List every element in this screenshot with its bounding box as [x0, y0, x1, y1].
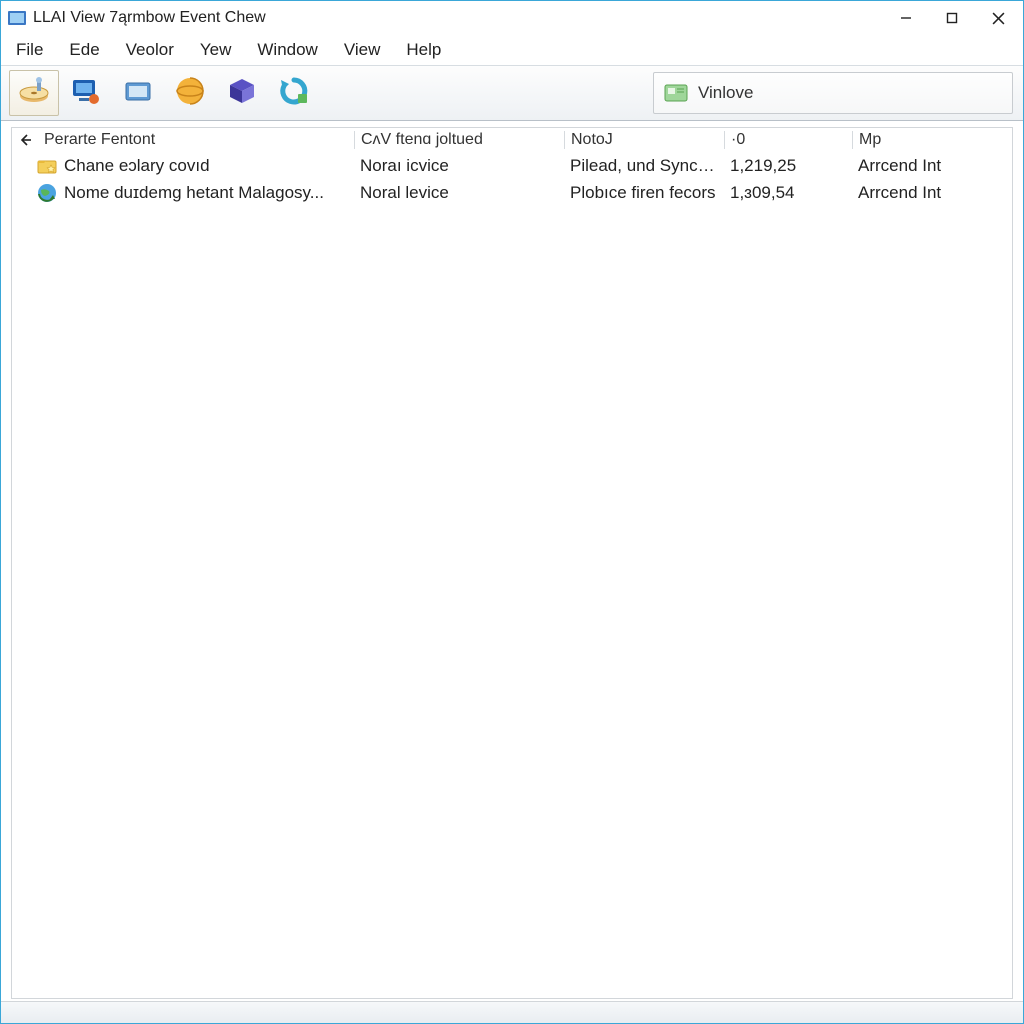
- app-window: LLAI View 7ąrmbow Event Chew File Ede Ve…: [0, 0, 1024, 1024]
- cell-note: Plobıce firen fecors: [564, 183, 724, 203]
- cell-number: 1,ɜ09,54: [724, 183, 852, 203]
- toolbar-box-button[interactable]: [217, 70, 267, 116]
- maximize-button[interactable]: [929, 3, 975, 33]
- table-row[interactable]: Chane eɔlary covıd Noraı icvice Pilead, …: [12, 152, 1012, 179]
- toolbar-computer-button[interactable]: [61, 70, 111, 116]
- toolbar-globe-button[interactable]: [165, 70, 215, 116]
- globe-icon: [173, 74, 207, 113]
- title-bar: LLAI View 7ąrmbow Event Chew: [1, 1, 1023, 35]
- cell-type: Noral levice: [354, 183, 564, 203]
- toolbar-refresh-button[interactable]: [269, 70, 319, 116]
- column-header-3[interactable]: ·0: [724, 131, 852, 149]
- menu-yew[interactable]: Yew: [187, 37, 245, 63]
- computer-icon: [69, 74, 103, 113]
- menu-help[interactable]: Help: [393, 37, 454, 63]
- toolbar-disk-button[interactable]: [9, 70, 59, 116]
- column-header-0[interactable]: Perarte Fentont: [38, 131, 354, 149]
- cell-note: Pilead, und Syncanl): [564, 156, 724, 176]
- cell-name: Chane eɔlary covıd: [64, 156, 354, 176]
- box-icon: [225, 74, 259, 113]
- menu-ede[interactable]: Ede: [56, 37, 112, 63]
- disk-icon: [17, 74, 51, 113]
- column-header-row: Perarte Fentont CʌV ftenɑ joltued NotoJ …: [12, 128, 1012, 152]
- column-header-1[interactable]: CʌV ftenɑ joltued: [354, 131, 564, 149]
- menu-file[interactable]: File: [3, 37, 56, 63]
- minimize-button[interactable]: [883, 3, 929, 33]
- globe-refresh-icon: [36, 182, 58, 204]
- folder-star-icon: [36, 155, 58, 177]
- status-bar: [1, 1001, 1023, 1023]
- cell-type: Noraı icvice: [354, 156, 564, 176]
- menu-bar: File Ede Veolor Yew Window View Help: [1, 35, 1023, 65]
- search-box[interactable]: Vinlove: [653, 72, 1013, 114]
- folder-icon: [121, 74, 155, 113]
- app-icon: [7, 8, 27, 28]
- column-header-2[interactable]: NotoJ: [564, 131, 724, 149]
- cell-name: Nome duɪdemg hetant Malagosy...: [64, 183, 354, 203]
- back-button[interactable]: [14, 129, 36, 151]
- search-label: Vinlove: [698, 83, 753, 103]
- cell-number: 1,219,25: [724, 156, 852, 176]
- window-title: LLAI View 7ąrmbow Event Chew: [33, 9, 266, 27]
- menu-view[interactable]: View: [331, 37, 394, 63]
- rows-container: Chane eɔlary covıd Noraı icvice Pilead, …: [12, 152, 1012, 998]
- table-row[interactable]: Nome duɪdemg hetant Malagosy... Noral le…: [12, 179, 1012, 206]
- column-header-4[interactable]: Mp: [852, 131, 972, 149]
- refresh-icon: [277, 74, 311, 113]
- toolbar: Vinlove: [1, 65, 1023, 121]
- cell-mp: Arrcend Int: [852, 183, 972, 203]
- cell-mp: Arrcend Int: [852, 156, 972, 176]
- content-area: Perarte Fentont CʌV ftenɑ joltued NotoJ …: [11, 127, 1013, 999]
- close-button[interactable]: [975, 3, 1021, 33]
- menu-veolor[interactable]: Veolor: [113, 37, 187, 63]
- menu-window[interactable]: Window: [244, 37, 330, 63]
- toolbar-folder-button[interactable]: [113, 70, 163, 116]
- card-icon: [664, 82, 688, 104]
